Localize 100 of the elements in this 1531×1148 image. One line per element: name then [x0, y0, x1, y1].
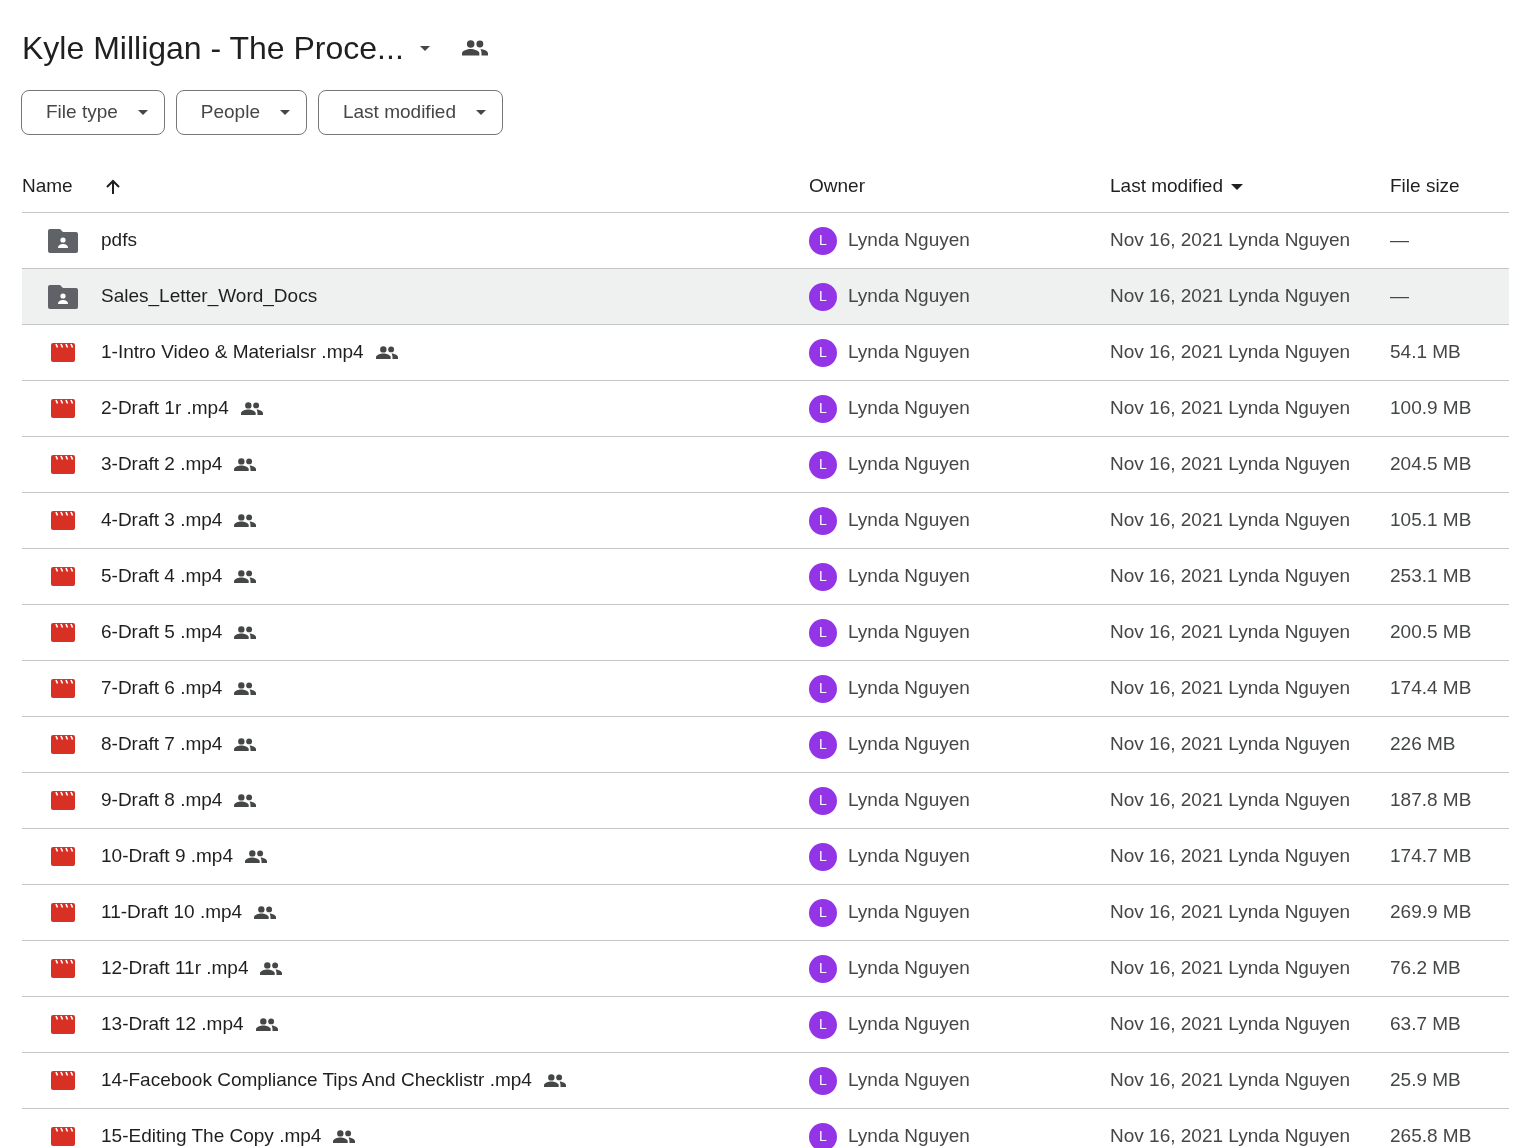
- video-file-icon: [50, 1127, 75, 1146]
- owner-name: Lynda Nguyen: [848, 452, 970, 477]
- modified-info: Nov 16, 2021 Lynda Nguyen: [1110, 340, 1352, 365]
- file-name: 9-Draft 8 .mp4: [101, 788, 223, 813]
- file-size: 76.2 MB: [1390, 956, 1462, 981]
- avatar: L: [809, 282, 837, 311]
- modified-info: Nov 16, 2021 Lynda Nguyen: [1110, 228, 1352, 253]
- file-size: 174.7 MB: [1390, 844, 1473, 869]
- file-name: pdfs: [101, 228, 137, 253]
- column-header[interactable]: Name: [22, 172, 73, 201]
- video-file-icon: [50, 847, 75, 866]
- folder-title-menu[interactable]: Kyle Milligan - The Proce...: [22, 32, 430, 64]
- filter-chip[interactable]: Last modified: [318, 90, 503, 135]
- file-row[interactable]: Sales_Letter_Word_Docs L Lynda Nguyen Nov 16, 2021 Lynda Nguyen —: [22, 269, 1509, 325]
- file-size: 200.5 MB: [1390, 620, 1473, 645]
- owner-name: Lynda Nguyen: [848, 1068, 970, 1093]
- file-name: Sales_Letter_Word_Docs: [101, 284, 318, 309]
- file-size: 54.1 MB: [1390, 340, 1462, 365]
- up-arrow-icon[interactable]: [104, 178, 121, 195]
- column-header[interactable]: File size: [1390, 172, 1460, 201]
- file-name: 12-Draft 11r .mp4: [101, 956, 249, 981]
- video-file-icon: [50, 679, 75, 698]
- filter-chip[interactable]: File type: [21, 90, 165, 135]
- video-file-icon: [50, 959, 75, 978]
- owner-name: Lynda Nguyen: [848, 732, 970, 757]
- owner-name: Lynda Nguyen: [848, 340, 970, 365]
- file-size: 25.9 MB: [1390, 1068, 1462, 1093]
- file-name: 15-Editing The Copy .mp4: [101, 1124, 322, 1148]
- owner-name: Lynda Nguyen: [848, 900, 970, 925]
- file-name: 3-Draft 2 .mp4: [101, 452, 223, 477]
- avatar: L: [809, 338, 837, 367]
- file-size: 63.7 MB: [1390, 1012, 1462, 1037]
- modified-info: Nov 16, 2021 Lynda Nguyen: [1110, 284, 1352, 309]
- avatar: L: [809, 842, 837, 871]
- avatar: L: [809, 1010, 837, 1039]
- file-name: 4-Draft 3 .mp4: [101, 508, 223, 533]
- column-header[interactable]: Owner: [809, 172, 865, 201]
- video-file-icon: [50, 1015, 75, 1034]
- shared-folder-icon: [47, 228, 78, 253]
- file-name: 13-Draft 12 .mp4: [101, 1012, 244, 1037]
- file-size: 105.1 MB: [1390, 508, 1473, 533]
- modified-info: Nov 16, 2021 Lynda Nguyen: [1110, 676, 1352, 701]
- file-name: 6-Draft 5 .mp4: [101, 620, 223, 645]
- video-file-icon: [50, 399, 75, 418]
- avatar: L: [809, 506, 837, 535]
- file-name: 11-Draft 10 .mp4: [101, 900, 243, 925]
- avatar: L: [809, 450, 837, 479]
- modified-info: Nov 16, 2021 Lynda Nguyen: [1110, 396, 1352, 421]
- owner-name: Lynda Nguyen: [848, 564, 970, 589]
- shared-folder-icon: [47, 284, 78, 309]
- avatar: L: [809, 1122, 837, 1148]
- owner-name: Lynda Nguyen: [848, 1012, 970, 1037]
- avatar: L: [809, 786, 837, 815]
- modified-info: Nov 16, 2021 Lynda Nguyen: [1110, 620, 1352, 645]
- sort-down-caret-icon[interactable]: [1231, 183, 1243, 190]
- column-header[interactable]: Last modified: [1110, 172, 1223, 201]
- video-file-icon: [50, 455, 75, 474]
- modified-info: Nov 16, 2021 Lynda Nguyen: [1110, 732, 1352, 757]
- file-size: 204.5 MB: [1390, 452, 1473, 477]
- owner-name: Lynda Nguyen: [848, 844, 970, 869]
- file-size: —: [1390, 284, 1410, 309]
- file-size: 187.8 MB: [1390, 788, 1473, 813]
- file-size: 269.9 MB: [1390, 900, 1473, 925]
- avatar: L: [809, 394, 837, 423]
- modified-info: Nov 16, 2021 Lynda Nguyen: [1110, 900, 1352, 925]
- file-name: 7-Draft 6 .mp4: [101, 676, 223, 701]
- owner-name: Lynda Nguyen: [848, 284, 970, 309]
- modified-info: Nov 16, 2021 Lynda Nguyen: [1110, 452, 1352, 477]
- owner-name: Lynda Nguyen: [848, 676, 970, 701]
- caret-icon: [280, 110, 290, 115]
- owner-name: Lynda Nguyen: [848, 228, 970, 253]
- modified-info: Nov 16, 2021 Lynda Nguyen: [1110, 508, 1352, 533]
- owner-name: Lynda Nguyen: [848, 396, 970, 421]
- file-size: —: [1390, 228, 1410, 253]
- avatar: L: [809, 562, 837, 591]
- modified-info: Nov 16, 2021 Lynda Nguyen: [1110, 1124, 1352, 1148]
- file-size: 226 MB: [1390, 732, 1457, 757]
- video-file-icon: [50, 735, 75, 754]
- video-file-icon: [50, 343, 75, 362]
- modified-info: Nov 16, 2021 Lynda Nguyen: [1110, 788, 1352, 813]
- file-size: 253.1 MB: [1390, 564, 1473, 589]
- avatar: L: [809, 730, 837, 759]
- avatar: L: [809, 618, 837, 647]
- modified-info: Nov 16, 2021 Lynda Nguyen: [1110, 844, 1352, 869]
- file-size: 100.9 MB: [1390, 396, 1473, 421]
- file-size: 174.4 MB: [1390, 676, 1473, 701]
- owner-name: Lynda Nguyen: [848, 956, 970, 981]
- owner-name: Lynda Nguyen: [848, 1124, 970, 1148]
- filter-chip[interactable]: People: [175, 90, 307, 135]
- avatar: L: [809, 898, 837, 927]
- file-name: 5-Draft 4 .mp4: [101, 564, 223, 589]
- file-size: 265.8 MB: [1390, 1124, 1473, 1148]
- avatar: L: [809, 674, 837, 703]
- video-file-icon: [50, 511, 75, 530]
- avatar: L: [809, 1066, 837, 1095]
- owner-name: Lynda Nguyen: [848, 508, 970, 533]
- avatar: L: [809, 954, 837, 983]
- video-file-icon: [50, 567, 75, 586]
- video-file-icon: [50, 1071, 75, 1090]
- people-icon: [461, 40, 488, 56]
